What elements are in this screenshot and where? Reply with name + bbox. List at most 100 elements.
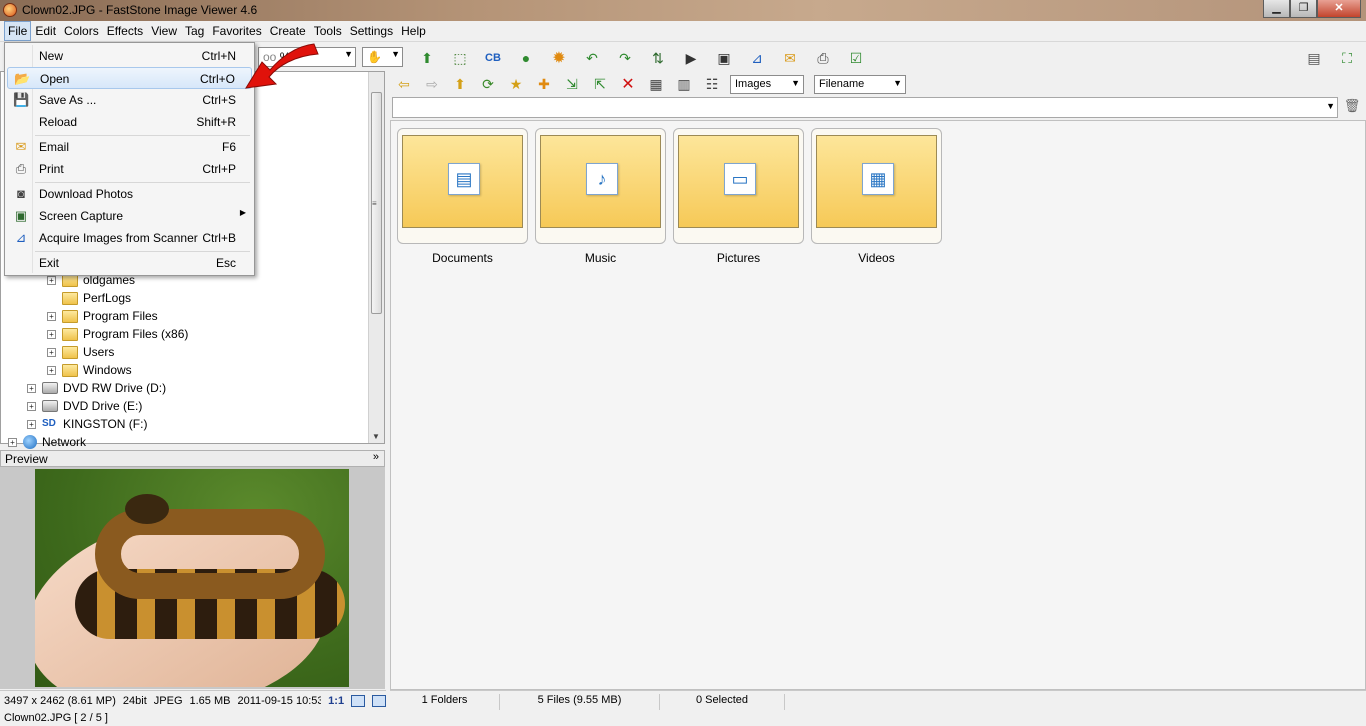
tree-item[interactable]: + Network (8, 433, 86, 451)
folder-count: 1 Folders (390, 694, 500, 710)
address-bar[interactable]: ▼ (392, 97, 1338, 118)
fit-icon[interactable]: ⬆ (416, 47, 438, 69)
folder-up-icon[interactable]: ⬆ (449, 73, 471, 95)
actual-size-icon[interactable] (372, 694, 386, 707)
menu-item-email[interactable]: ✉ Email F6 (7, 136, 252, 158)
tree-item[interactable]: + SD KINGSTON (F:) (27, 415, 147, 433)
expand-icon[interactable]: + (27, 401, 36, 411)
print-icon[interactable]: ⎙ (812, 47, 834, 69)
trash-icon[interactable]: 🗑 (1343, 98, 1361, 116)
menu-item-label: Print (39, 162, 64, 176)
sort-select[interactable]: Filename ▼ (814, 75, 906, 94)
expand-icon[interactable]: + (47, 347, 56, 357)
chevron-down-icon[interactable]: ▼ (1326, 101, 1335, 111)
expand-icon[interactable]: + (47, 329, 56, 339)
file-type-filter[interactable]: Images ▼ (730, 75, 804, 94)
menu-item-reload[interactable]: Reload Shift+R (7, 111, 252, 133)
menu-file[interactable]: File (4, 21, 32, 41)
thumbnail-pictures[interactable]: ▭ (673, 128, 804, 244)
tree-scrollbar[interactable]: ≡ ▼ (368, 72, 384, 443)
menu-tools[interactable]: Tools (310, 21, 346, 41)
layout-icon[interactable]: ▤ (1303, 47, 1325, 69)
forward-icon[interactable]: ⇨ (421, 73, 443, 95)
chevron-down-icon: ▼ (391, 49, 400, 59)
move-to-icon[interactable]: ⇱ (589, 73, 611, 95)
sun-icon[interactable]: ✹ (548, 47, 570, 69)
copy-to-icon[interactable]: ⇲ (561, 73, 583, 95)
compare-icon[interactable]: ▣ (713, 47, 735, 69)
thumbnail-music[interactable]: ♪ (535, 128, 666, 244)
scroll-down-icon[interactable]: ▼ (372, 432, 380, 441)
menu-item-exit[interactable]: Exit Esc (7, 252, 252, 274)
expand-icon[interactable]: + (47, 311, 56, 321)
tree-item[interactable]: + Program Files (47, 307, 158, 325)
tree-item[interactable]: + Program Files (x86) (47, 325, 188, 343)
tree-item[interactable]: + DVD RW Drive (D:) (27, 379, 166, 397)
menu-item-screen-capture[interactable]: ▣ Screen Capture ▶ (7, 205, 252, 227)
thumbnail-view-icon[interactable]: ▦ (645, 73, 667, 95)
menu-item-save-as[interactable]: 💾 Save As ... Ctrl+S (7, 89, 252, 111)
tree-item[interactable]: + Windows (47, 361, 132, 379)
thumbnail-documents[interactable]: ▤ (397, 128, 528, 244)
menu-help[interactable]: Help (397, 21, 430, 41)
collapse-icon[interactable]: » (373, 451, 379, 463)
menu-favorites[interactable]: Favorites (208, 21, 265, 41)
zoom-ratio[interactable]: 1:1 (328, 695, 344, 707)
favorite-folder-icon[interactable]: ★ (505, 73, 527, 95)
back-icon[interactable]: ⇦ (393, 73, 415, 95)
menu-item-acquire-scanner[interactable]: ⊿ Acquire Images from Scanner Ctrl+B (7, 227, 252, 249)
image-dimensions: 3497 x 2462 (8.61 MP) (4, 694, 116, 707)
minimize-button[interactable]: ▁ (1263, 0, 1290, 18)
scanner-icon[interactable]: ⊿ (746, 47, 768, 69)
preview-image[interactable] (35, 469, 349, 687)
menu-tag[interactable]: Tag (181, 21, 208, 41)
list-view-icon[interactable]: ▥ (673, 73, 695, 95)
tree-item[interactable]: + Users (47, 343, 114, 361)
expand-icon[interactable]: + (47, 365, 56, 375)
menu-item-download-photos[interactable]: ◙ Download Photos (7, 183, 252, 205)
thumbnail-videos[interactable]: ▦ (811, 128, 942, 244)
menu-view[interactable]: View (147, 21, 181, 41)
tree-item[interactable]: + DVD Drive (E:) (27, 397, 142, 415)
open-folder-icon: 📂 (14, 71, 31, 86)
fullscreen-icon[interactable]: ⛶ (1336, 47, 1358, 69)
rotate-left-icon[interactable]: ↶ (581, 47, 603, 69)
menu-settings[interactable]: Settings (346, 21, 397, 41)
detail-view-icon[interactable]: ☷ (701, 73, 723, 95)
menu-item-open[interactable]: 📂 Open Ctrl+O (7, 67, 252, 89)
new-folder-icon[interactable]: ✚ (533, 73, 555, 95)
person-icon[interactable]: ● (515, 47, 537, 69)
tree-item-label: DVD RW Drive (D:) (63, 381, 167, 395)
browser-toolbar: ⇦ ⇨ ⬆ ⟳ ★ ✚ ⇲ ⇱ ✕ ▦ ▥ ☷ Images ▼ Filenam… (390, 71, 1366, 96)
color-balance-icon[interactable]: CB (482, 47, 504, 69)
refresh-icon[interactable]: ⟳ (477, 73, 499, 95)
crop-icon[interactable]: ⬚ (449, 47, 471, 69)
checklist-icon[interactable]: ☑ (845, 47, 867, 69)
network-icon (23, 435, 37, 449)
rotate-right-icon[interactable]: ↷ (614, 47, 636, 69)
folder-thumbnail: ▭ (678, 135, 799, 228)
slideshow-icon[interactable]: ▶ (680, 47, 702, 69)
music-icon: ♪ (586, 163, 618, 195)
expand-icon[interactable]: + (8, 437, 17, 447)
expand-icon[interactable]: + (47, 275, 56, 285)
menu-colors[interactable]: Colors (60, 21, 103, 41)
thumbnail-browser[interactable]: ▤ Documents ♪ Music ▭ Pictures ▦ Videos (390, 120, 1366, 690)
tree-item[interactable]: PerfLogs (62, 289, 131, 307)
menu-effects[interactable]: Effects (103, 21, 147, 41)
expand-icon[interactable]: + (27, 383, 36, 393)
email-icon[interactable]: ✉ (779, 47, 801, 69)
menu-edit[interactable]: Edit (31, 21, 60, 41)
menu-bar: File Edit Colors Effects View Tag Favori… (0, 21, 1366, 42)
menu-item-label: New (39, 49, 64, 63)
fit-window-icon[interactable] (351, 694, 366, 707)
delete-icon[interactable]: ✕ (617, 73, 639, 95)
close-button[interactable]: ✕ (1317, 0, 1361, 18)
menu-item-print[interactable]: ⎙ Print Ctrl+P (7, 158, 252, 180)
maximize-button[interactable]: ❐ (1290, 0, 1317, 18)
pan-tool-select[interactable]: ✋ ▼ (362, 47, 403, 67)
menu-create[interactable]: Create (266, 21, 310, 41)
expand-icon[interactable]: + (27, 419, 36, 429)
flip-icon[interactable]: ⇅ (647, 47, 669, 69)
menu-item-new[interactable]: New Ctrl+N (7, 45, 252, 67)
